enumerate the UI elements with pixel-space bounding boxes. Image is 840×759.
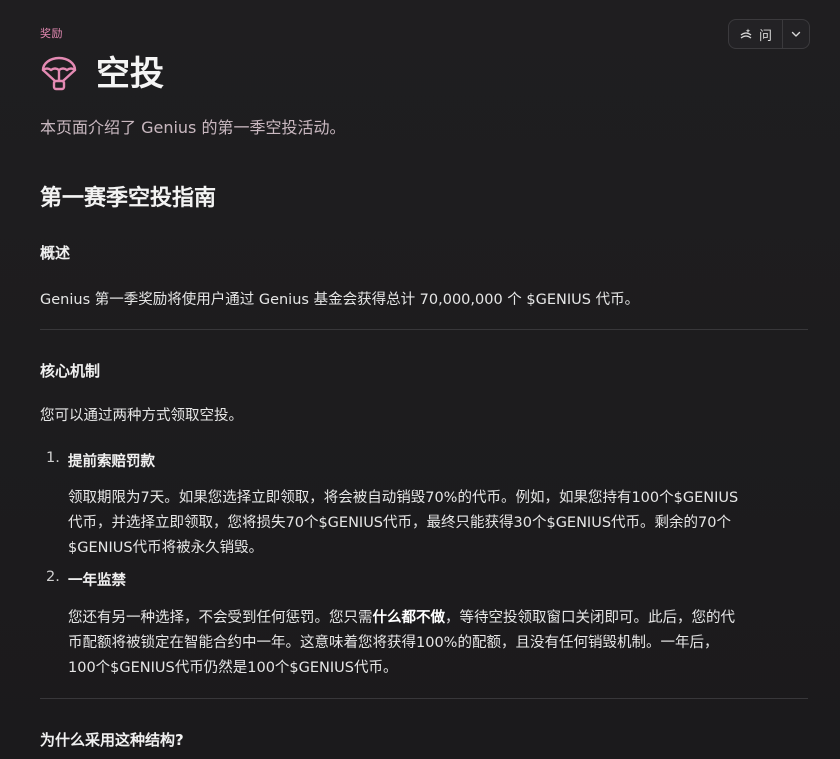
list-item-line: $GENIUS代币将被永久销毁。 (68, 540, 264, 556)
page-subtitle: 本页面介绍了 Genius 的第一季空投活动。 (40, 118, 346, 137)
why-heading: 为什么采用这种结构? (40, 731, 184, 749)
ask-button[interactable]: 问 (729, 20, 784, 48)
ask-options-toggle[interactable] (783, 20, 809, 48)
mechanism-intro: 您可以通过两种方式领取空投。 (40, 408, 243, 424)
title-row: 空投 (40, 52, 164, 96)
list-item-text: 您还有另一种选择，不会受到任何惩罚。您只需 (68, 610, 373, 626)
emphasis-text: 什么都不做 (372, 610, 446, 626)
guide-heading: 第一赛季空投指南 (40, 186, 217, 211)
list-item-line: 领取期限为7天。如果您选择立即领取，将会被自动销毁70%的代币。例如，如果您持有… (68, 490, 739, 506)
ask-button-group: 问 (728, 19, 810, 49)
list-item-text: ，等待空投领取窗口关闭即可。此后，您的代 (445, 610, 735, 626)
divider (40, 329, 808, 330)
list-item-line: 100个$GENIUS代币仍然是100个$GENIUS代币。 (68, 660, 398, 676)
list-item-body: 您还有另一种选择，不会受到任何惩罚。您只需什么都不做，等待空投领取窗口关闭即可。… (68, 606, 810, 681)
list-item-line: 您还有另一种选择，不会受到任何惩罚。您只需什么都不做，等待空投领取窗口关闭即可。… (68, 606, 810, 631)
list-item-line: 代币，并选择立即领取，您将损失70个$GENIUS代币，最终只能获得30个$GE… (68, 515, 731, 531)
mechanism-heading: 核心机制 (40, 362, 101, 380)
divider (40, 698, 808, 699)
section-label: 奖励 (40, 27, 63, 40)
page-title: 空投 (96, 54, 164, 94)
list-item-number: 1. (46, 450, 60, 466)
list-item-number: 2. (46, 569, 60, 585)
sparkle-icon (739, 27, 753, 41)
list-item-title: 一年监禁 (68, 573, 126, 589)
parachute-icon (40, 55, 78, 93)
chevron-down-icon (790, 28, 802, 40)
page: 奖励 问 空投 本页面介绍了 Genius 的第一季空投活动。 第一赛季空投指南… (0, 0, 840, 759)
overview-heading: 概述 (40, 244, 71, 262)
overview-text: Genius 第一季奖励将使用户通过 Genius 基金会获得总计 70,000… (40, 292, 640, 308)
list-item-line: 币配额将被锁定在智能合约中一年。这意味着您将获得100%的配额，且没有任何销毁机… (68, 635, 719, 651)
list-item-body: 领取期限为7天。如果您选择立即领取，将会被自动销毁70%的代币。例如，如果您持有… (68, 486, 810, 561)
list-item-title: 提前索赔罚款 (68, 454, 155, 470)
ask-button-label: 问 (759, 28, 773, 44)
